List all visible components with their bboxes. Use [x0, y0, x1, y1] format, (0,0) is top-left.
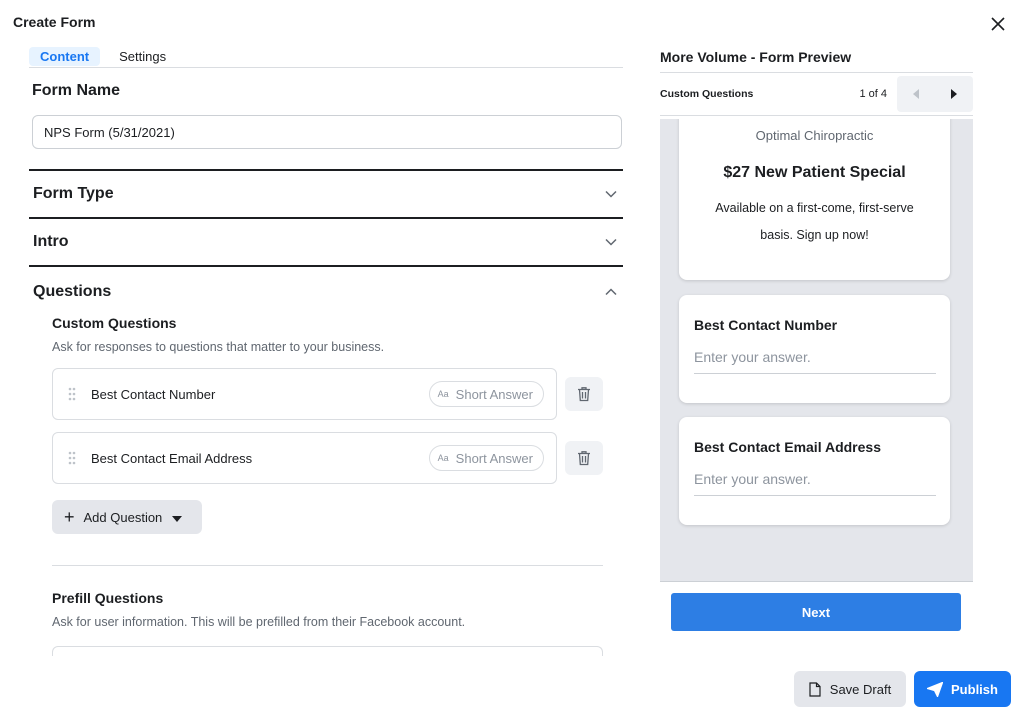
document-icon	[809, 681, 821, 697]
next-page-button[interactable]	[935, 76, 973, 112]
delete-question-button[interactable]	[565, 377, 603, 411]
text-type-icon: Aa	[437, 389, 449, 399]
prefill-card-peek	[52, 646, 603, 656]
preview-question-label: Best Contact Email Address	[694, 439, 881, 455]
plus-icon: +	[64, 507, 75, 527]
drag-handle-icon[interactable]	[53, 387, 91, 401]
preview-page-indicator: 1 of 4	[859, 88, 887, 100]
preview-answer-field[interactable]: Enter your answer.	[694, 349, 936, 374]
preview-business-name: Optimal Chiropractic	[755, 128, 874, 143]
chevron-down-icon	[603, 234, 619, 250]
drag-handle-icon[interactable]	[53, 451, 91, 465]
question-card[interactable]: Best Contact Email Address Aa Short Answ…	[52, 432, 557, 484]
answer-type-pill[interactable]: Aa Short Answer	[428, 381, 544, 407]
form-name-label: Form Name	[32, 82, 121, 99]
save-draft-label: Save Draft	[829, 681, 892, 697]
delete-question-button[interactable]	[565, 441, 603, 475]
divider	[52, 565, 603, 566]
section-form-type-label: Form Type	[33, 185, 114, 202]
question-label: Best Contact Email Address	[91, 450, 253, 466]
prefill-questions-description: Ask for user information. This will be p…	[52, 615, 466, 629]
preview-pager	[897, 76, 973, 112]
question-card[interactable]: Best Contact Number Aa Short Answer	[52, 368, 557, 420]
answer-type-label: Short Answer	[455, 386, 533, 402]
preview-question-card: Best Contact Number Enter your answer.	[679, 295, 950, 403]
preview-next-button[interactable]: Next	[671, 593, 961, 631]
answer-type-label: Short Answer	[455, 450, 533, 466]
preview-question-card: Best Contact Email Address Enter your an…	[679, 417, 950, 525]
tab-content[interactable]: Content	[29, 47, 101, 66]
preview-nav-bar: Custom Questions 1 of 4	[660, 72, 973, 116]
preview-section-label: Custom Questions	[660, 88, 754, 100]
form-name-input[interactable]	[32, 115, 622, 149]
preview-canvas[interactable]: Optimal Chiropractic $27 New Patient Spe…	[660, 119, 973, 582]
previous-page-button[interactable]	[897, 76, 935, 112]
preview-question-label: Best Contact Number	[694, 317, 838, 333]
section-questions-label: Questions	[33, 283, 112, 300]
triangle-right-icon	[951, 89, 957, 99]
section-questions[interactable]: Questions	[29, 265, 623, 317]
text-type-icon: Aa	[437, 453, 449, 463]
section-intro-label: Intro	[33, 233, 69, 250]
preview-answer-field[interactable]: Enter your answer.	[694, 471, 936, 496]
close-button[interactable]	[986, 12, 1010, 36]
preview-title: More Volume - Form Preview	[660, 49, 852, 65]
question-label: Best Contact Number	[91, 386, 216, 402]
custom-questions-description: Ask for responses to questions that matt…	[52, 340, 385, 354]
trash-icon	[578, 451, 590, 466]
save-draft-button[interactable]: Save Draft	[794, 671, 906, 707]
add-question-button[interactable]: + Add Question	[52, 500, 202, 534]
caret-down-icon	[172, 510, 183, 525]
close-icon	[991, 17, 1005, 31]
section-intro[interactable]: Intro	[29, 217, 623, 265]
preview-intro-card: Optimal Chiropractic $27 New Patient Spe…	[679, 119, 950, 280]
section-form-type[interactable]: Form Type	[29, 169, 623, 217]
answer-type-pill[interactable]: Aa Short Answer	[428, 445, 544, 471]
chevron-up-icon	[603, 284, 619, 300]
triangle-left-icon	[913, 89, 919, 99]
publish-button[interactable]: Publish	[914, 671, 1011, 707]
add-question-label: Add Question	[83, 509, 163, 525]
create-form-dialog: Create Form Content Settings Form Name F…	[0, 0, 1024, 712]
tab-settings[interactable]: Settings	[108, 47, 177, 66]
chevron-down-icon	[603, 186, 619, 202]
custom-questions-title: Custom Questions	[52, 315, 177, 331]
dialog-title: Create Form	[13, 14, 96, 30]
prefill-questions-title: Prefill Questions	[52, 590, 164, 606]
tab-bar: Content Settings	[29, 47, 623, 68]
send-icon	[927, 681, 944, 697]
trash-icon	[578, 387, 590, 402]
publish-label: Publish	[951, 681, 998, 697]
preview-description: Available on a first-come, first-serve b…	[715, 201, 914, 242]
preview-headline: $27 New Patient Special	[723, 164, 906, 181]
